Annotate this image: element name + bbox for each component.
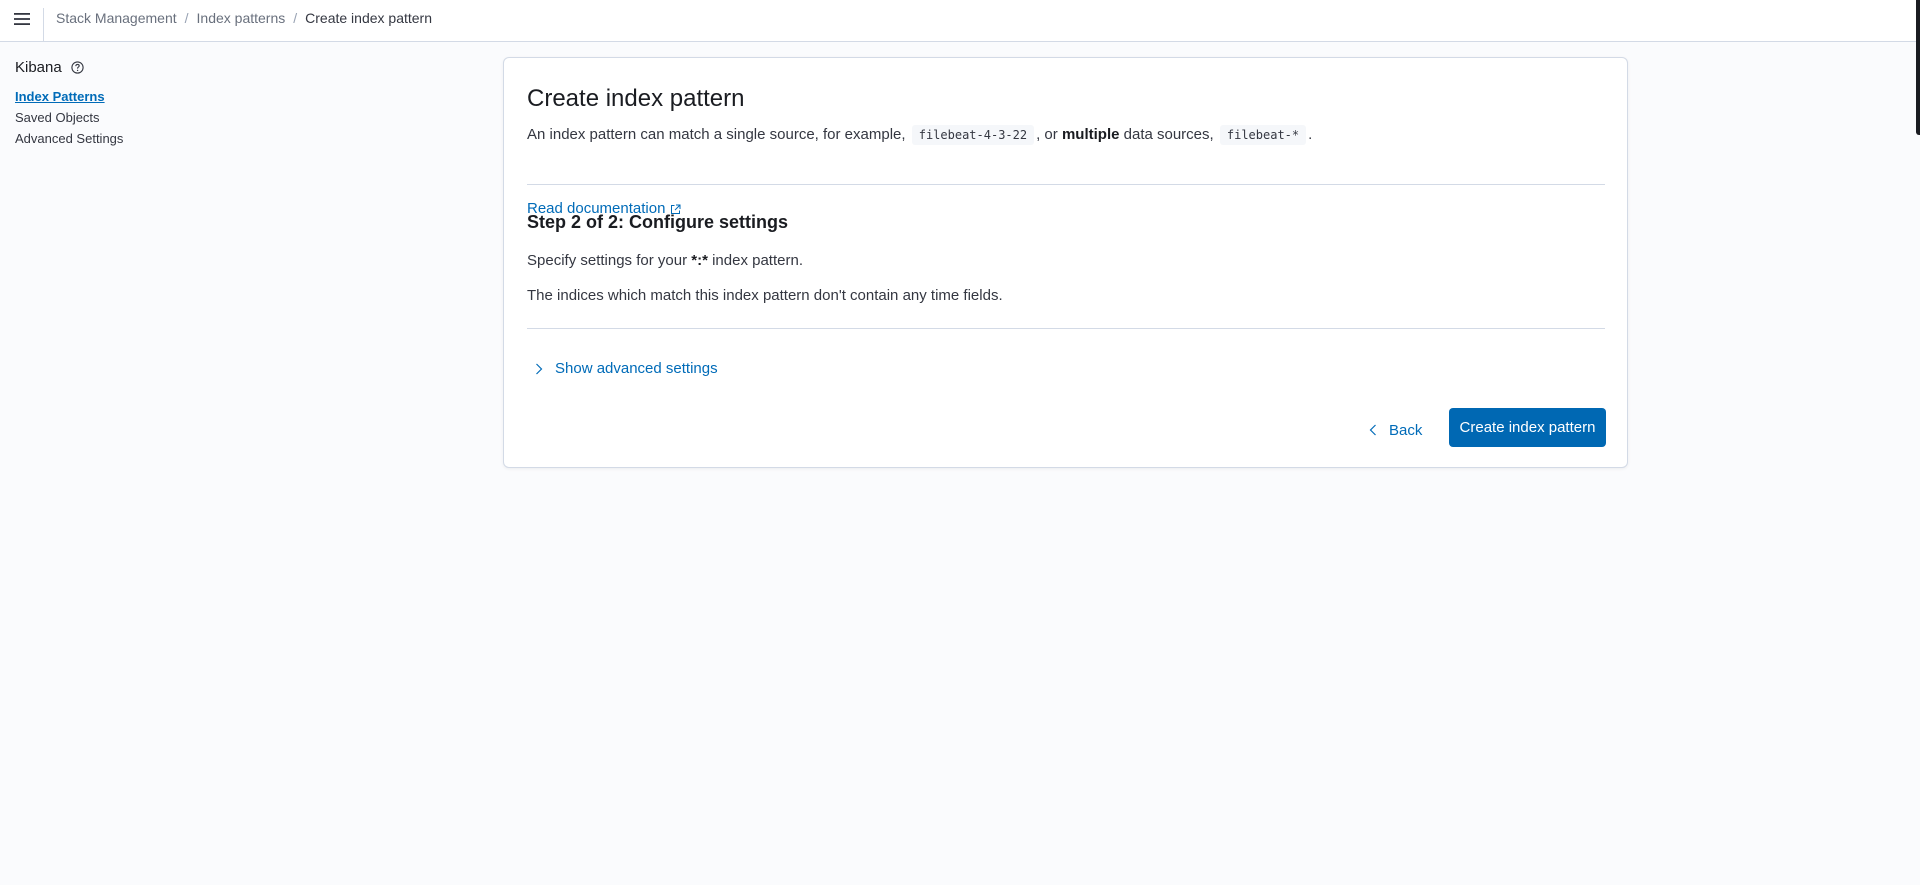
question-circle-icon[interactable] xyxy=(71,60,84,74)
index-pattern-name: *:* xyxy=(691,252,708,269)
sidebar-item-saved-objects[interactable]: Saved Objects xyxy=(15,107,215,128)
chevron-right-icon xyxy=(535,363,543,375)
side-nav-title: Kibana xyxy=(15,58,62,76)
breadcrumb-current: Create index pattern xyxy=(305,10,432,26)
breadcrumb-separator: / xyxy=(184,10,189,26)
description-text: data sources, xyxy=(1123,126,1214,143)
back-button-label: Back xyxy=(1389,421,1423,439)
back-button[interactable]: Back xyxy=(1359,411,1432,449)
description-bold: multiple xyxy=(1061,126,1120,143)
side-nav: Kibana Index Patterns Saved Objects Adva… xyxy=(15,58,215,149)
step-text-post: index pattern. xyxy=(712,252,803,269)
example-code-single: filebeat-4-3-22 xyxy=(911,125,1035,145)
step-text-pre: Specify settings for your xyxy=(527,252,688,269)
breadcrumb: Stack Management / Index patterns / Crea… xyxy=(56,10,432,26)
example-code-multiple: filebeat-* xyxy=(1219,125,1307,145)
description-text: , or xyxy=(1036,126,1058,143)
top-header: Stack Management / Index patterns / Crea… xyxy=(0,0,1920,42)
show-advanced-settings-label: Show advanced settings xyxy=(555,360,718,377)
step-title: Step 2 of 2: Configure settings xyxy=(527,212,789,232)
header-divider xyxy=(43,8,44,42)
description-text: . xyxy=(1308,126,1313,143)
breadcrumb-stack-management[interactable]: Stack Management xyxy=(56,10,177,26)
breadcrumb-index-patterns[interactable]: Index patterns xyxy=(197,10,286,26)
create-index-pattern-panel: Create index pattern An index pattern ca… xyxy=(503,57,1628,468)
page-description: An index pattern can match a single sour… xyxy=(527,121,1312,149)
hamburger-menu-icon[interactable] xyxy=(8,5,36,33)
side-nav-header: Kibana xyxy=(15,58,215,76)
divider xyxy=(527,184,1605,185)
page-title: Create index pattern xyxy=(527,85,745,112)
sidebar-item-index-patterns[interactable]: Index Patterns xyxy=(15,86,215,107)
description-text: An index pattern can match a single sour… xyxy=(527,126,906,143)
step-settings-text: Specify settings for your *:* index patt… xyxy=(527,251,803,271)
breadcrumb-separator: / xyxy=(293,10,298,26)
create-index-pattern-button[interactable]: Create index pattern xyxy=(1449,408,1606,447)
chevron-left-icon xyxy=(1369,424,1377,436)
divider xyxy=(527,328,1605,329)
show-advanced-settings-toggle[interactable]: Show advanced settings xyxy=(535,360,718,378)
sidebar-item-advanced-settings[interactable]: Advanced Settings xyxy=(15,128,215,149)
edge-scroll-bar xyxy=(1916,0,1920,135)
no-time-fields-text: The indices which match this index patte… xyxy=(527,287,1003,304)
